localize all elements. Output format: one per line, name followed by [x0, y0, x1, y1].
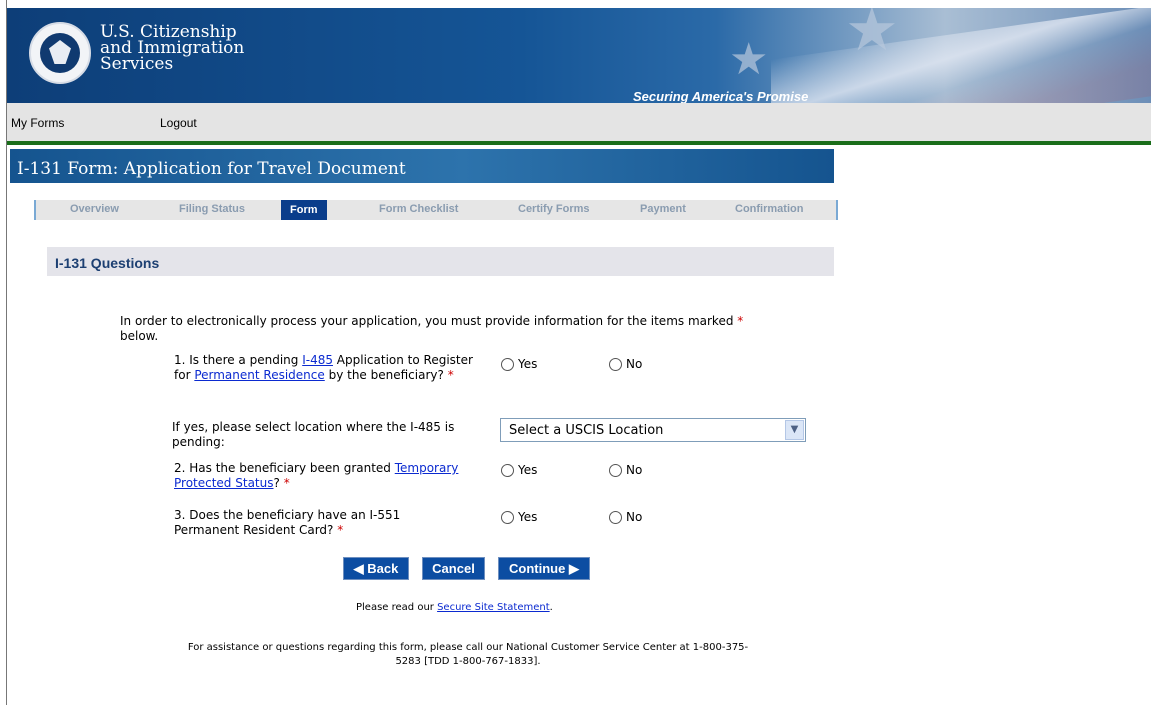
tab-confirmation[interactable]: Confirmation — [735, 203, 803, 215]
location-label: If yes, please select location where the… — [172, 420, 455, 449]
dhs-seal-logo — [29, 22, 91, 84]
continue-button[interactable]: Continue ▶ — [497, 556, 591, 581]
question-1-label: 1. Is there a pending I-485 Application … — [174, 353, 473, 382]
q3-no-radio[interactable]: No — [609, 510, 642, 524]
tab-certify-forms[interactable]: Certify Forms — [518, 203, 590, 215]
q2-no-radio[interactable]: No — [609, 463, 642, 477]
form-title-banner: I-131 Form: Application for Travel Docum… — [10, 149, 834, 183]
q1-yes-radio[interactable]: Yes — [501, 357, 537, 371]
secure-statement-text: Please read our Secure Site Statement. — [356, 602, 553, 613]
radio-circle-icon[interactable] — [609, 510, 622, 524]
radio-circle-icon[interactable] — [501, 510, 514, 524]
radio-circle-icon[interactable] — [609, 357, 622, 371]
permanent-residence-link[interactable]: Permanent Residence — [194, 368, 324, 382]
tab-overview[interactable]: Overview — [70, 203, 119, 215]
tab-filing-status[interactable]: Filing Status — [179, 203, 245, 215]
radio-circle-icon[interactable] — [501, 357, 514, 371]
q3-yes-radio[interactable]: Yes — [501, 510, 537, 524]
tab-form-checklist[interactable]: Form Checklist — [379, 203, 458, 215]
q2-yes-radio[interactable]: Yes — [501, 463, 537, 477]
section-title: I-131 Questions — [55, 255, 160, 271]
section-header: I-131 Questions — [47, 247, 834, 276]
i-485-link[interactable]: I-485 — [302, 353, 333, 367]
q1-no-radio[interactable]: No — [609, 357, 642, 371]
required-asterisk: * — [737, 314, 744, 328]
site-header: ★ ★ U.S. Citizenship and Immigration Ser… — [7, 8, 1151, 103]
secure-site-statement-link[interactable]: Secure Site Statement — [437, 602, 550, 613]
form-title: I-131 Form: Application for Travel Docum… — [17, 159, 406, 179]
progress-tabs: Overview Filing Status Form Form Checkli… — [34, 200, 838, 220]
radio-circle-icon[interactable] — [501, 463, 514, 477]
star-icon: ★ — [845, 8, 899, 65]
agency-name: U.S. Citizenship and Immigration Service… — [100, 22, 245, 74]
tab-form[interactable]: Form — [281, 200, 327, 220]
star-icon: ★ — [729, 34, 769, 85]
tagline: Securing America's Promise — [633, 89, 809, 103]
intro-text: In order to electronically process your … — [120, 314, 744, 343]
question-3-label: 3. Does the beneficiary have an I-551 Pe… — [174, 508, 401, 537]
question-2-label: 2. Has the beneficiary been granted Temp… — [174, 461, 459, 490]
uscis-location-select[interactable]: Select a USCIS Location ▼ — [500, 418, 806, 442]
flag-stripe-decoration — [771, 8, 1151, 103]
radio-circle-icon[interactable] — [609, 463, 622, 477]
top-navigation: My Forms Logout — [7, 103, 1151, 145]
chevron-down-icon[interactable]: ▼ — [785, 420, 804, 440]
window-left-border — [0, 0, 7, 705]
logout-link[interactable]: Logout — [160, 116, 197, 130]
tab-payment[interactable]: Payment — [640, 203, 686, 215]
cancel-button[interactable]: Cancel — [421, 556, 486, 581]
assistance-text: For assistance or questions regarding th… — [187, 642, 749, 667]
back-button[interactable]: ◀ Back — [342, 556, 410, 581]
my-forms-link[interactable]: My Forms — [11, 116, 64, 130]
